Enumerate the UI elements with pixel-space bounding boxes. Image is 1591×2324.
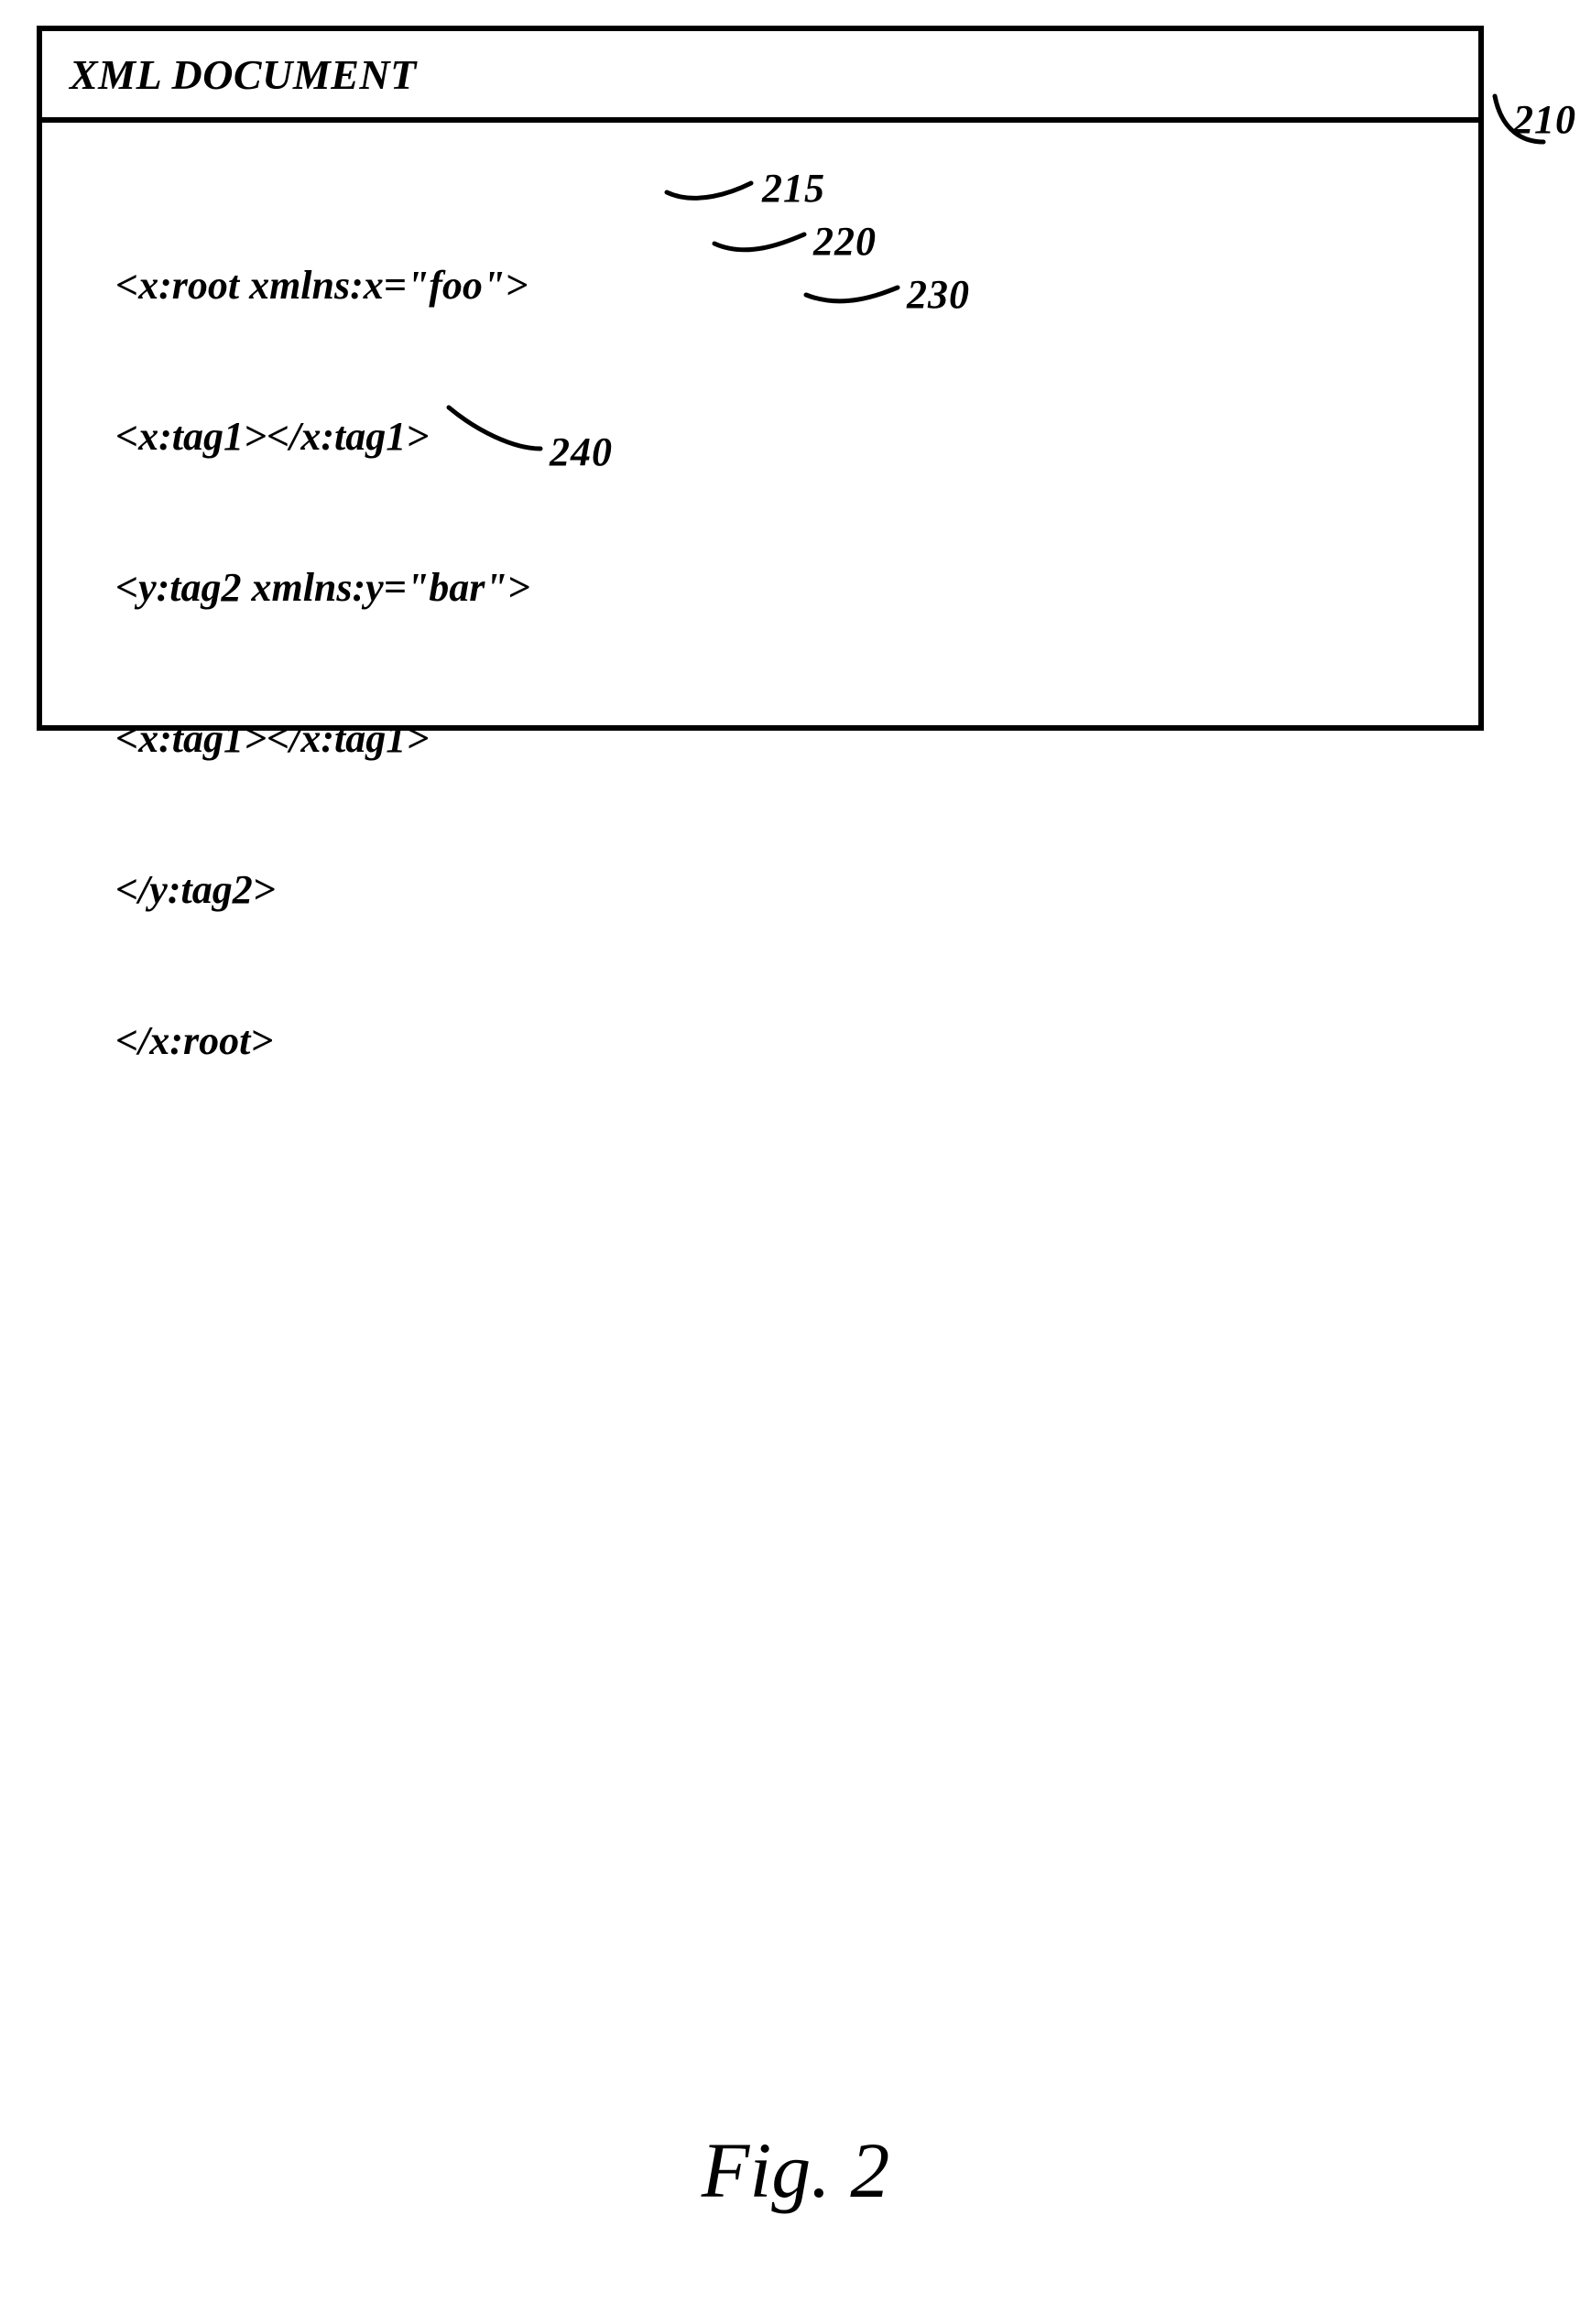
ref-number-210: 210 xyxy=(1513,96,1576,143)
code-line: <x:tag1></x:tag1> xyxy=(115,713,1423,764)
figure-caption: Fig. 2 xyxy=(0,2124,1591,2216)
ref-number-220: 220 xyxy=(813,218,877,265)
ref-number-215: 215 xyxy=(762,165,825,212)
ref-number-240: 240 xyxy=(550,429,613,475)
ref-number-230: 230 xyxy=(907,271,970,318)
frame-title-bar: XML DOCUMENT xyxy=(42,31,1478,123)
xml-document-frame: XML DOCUMENT <x:root xmlns:x="foo"> <x:t… xyxy=(37,26,1484,731)
code-line: <y:tag2 xmlns:y="bar"> xyxy=(115,562,1423,613)
code-body: <x:root xmlns:x="foo"> <x:tag1></x:tag1>… xyxy=(42,123,1478,1203)
code-line: </x:root> xyxy=(115,1015,1423,1066)
code-line: <x:tag1></x:tag1> xyxy=(115,411,1423,462)
code-line: </y:tag2> xyxy=(115,864,1423,915)
frame-title: XML DOCUMENT xyxy=(70,50,417,99)
code-line: <x:root xmlns:x="foo"> xyxy=(115,260,1423,310)
page: XML DOCUMENT <x:root xmlns:x="foo"> <x:t… xyxy=(0,0,1591,2324)
